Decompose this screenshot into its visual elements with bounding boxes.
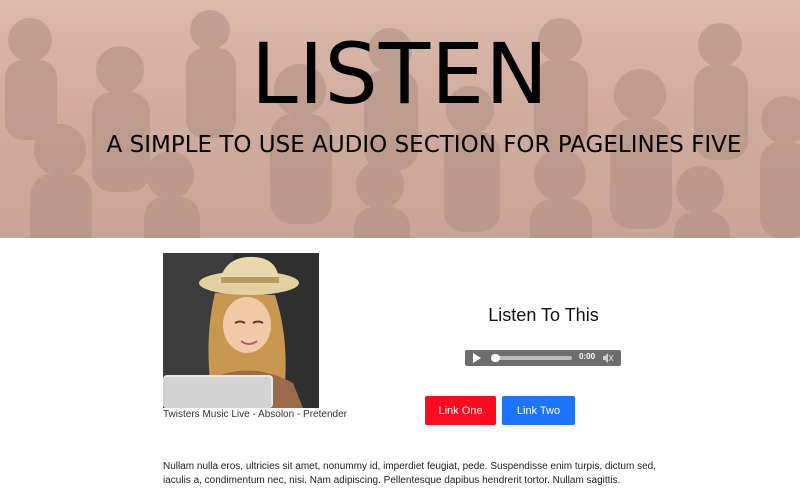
woman-in-hat-image [163, 253, 319, 408]
hero-banner: LISTEN A SIMPLE TO USE AUDIO SECTION FOR… [0, 0, 800, 238]
hero-subtitle: A SIMPLE TO USE AUDIO SECTION FOR PAGELI… [106, 132, 742, 158]
hero-title: LISTEN [250, 25, 550, 123]
play-icon[interactable] [473, 353, 481, 363]
progress-bar[interactable] [492, 356, 572, 360]
audio-player[interactable]: 0:00 [465, 350, 621, 366]
link-two-button[interactable]: Link Two [502, 396, 575, 425]
listen-heading: Listen To This [488, 305, 599, 325]
time-display: 0:00 [579, 352, 596, 361]
mute-icon[interactable] [602, 352, 614, 364]
album-photo [163, 253, 319, 408]
progress-handle[interactable] [491, 354, 500, 362]
track-caption: Twisters Music Live - Absolon - Pretende… [163, 409, 347, 420]
link-one-button[interactable]: Link One [425, 396, 496, 425]
body-paragraph: Nullam nulla eros, ultricies sit amet, n… [163, 461, 657, 486]
